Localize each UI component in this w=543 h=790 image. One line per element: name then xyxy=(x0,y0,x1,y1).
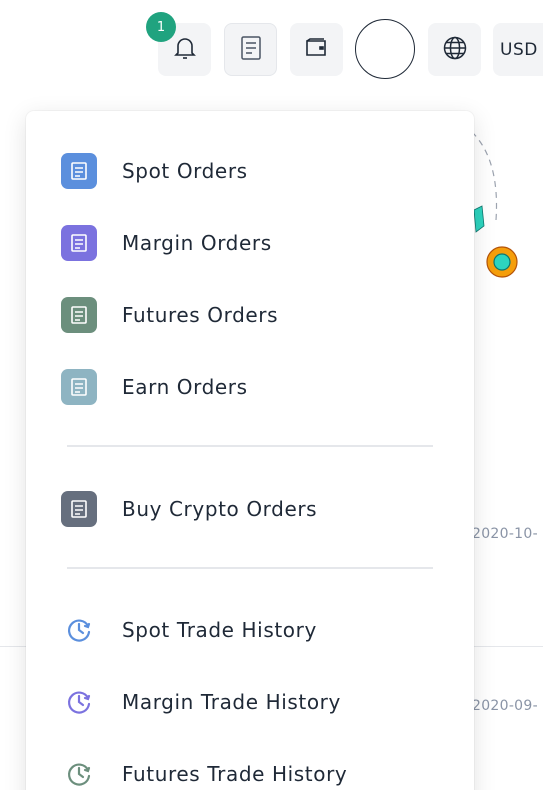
menu-item-label: Futures Trade History xyxy=(122,762,348,786)
orders-menu-button[interactable] xyxy=(224,23,277,76)
menu-item-label: Spot Trade History xyxy=(122,618,317,642)
order-document-icon xyxy=(61,297,97,333)
history-icon xyxy=(61,612,97,648)
menu-item-spot-trade-history[interactable]: Spot Trade History xyxy=(61,610,441,650)
currency-selector[interactable]: USD xyxy=(493,23,543,76)
order-document-icon xyxy=(61,225,97,261)
order-document-icon xyxy=(61,491,97,527)
menu-item-label: Margin Trade History xyxy=(122,690,341,714)
wallet-icon xyxy=(304,37,330,63)
bell-icon xyxy=(173,35,197,65)
menu-item-label: Futures Orders xyxy=(122,303,279,327)
order-document-icon xyxy=(61,153,97,189)
background-date-2: 2020-09- xyxy=(472,698,538,714)
menu-item-spot-orders[interactable]: Spot Orders xyxy=(61,151,441,191)
menu-item-label: Spot Orders xyxy=(122,159,248,183)
history-icon xyxy=(61,756,97,790)
currency-label: USD xyxy=(500,39,538,60)
history-icon xyxy=(61,684,97,720)
menu-item-futures-orders[interactable]: Futures Orders xyxy=(61,295,441,335)
globe-icon xyxy=(442,35,468,65)
wallet-button[interactable] xyxy=(290,23,343,76)
menu-item-margin-trade-history[interactable]: Margin Trade History xyxy=(61,682,441,722)
menu-item-earn-orders[interactable]: Earn Orders xyxy=(61,367,441,407)
decorative-illustration xyxy=(471,131,518,278)
menu-item-label: Earn Orders xyxy=(122,375,248,399)
language-button[interactable] xyxy=(428,23,481,76)
menu-item-futures-trade-history[interactable]: Futures Trade History xyxy=(61,754,441,790)
avatar[interactable] xyxy=(355,19,415,79)
orders-dropdown-menu: Spot Orders Margin Orders Futures Orders xyxy=(26,111,474,790)
menu-item-label: Buy Crypto Orders xyxy=(122,497,318,521)
page: 1 USD 2020-10- 2020-09- Spot Orders Marg… xyxy=(0,0,543,790)
notification-count-badge: 1 xyxy=(146,12,176,42)
menu-item-margin-orders[interactable]: Margin Orders xyxy=(61,223,441,263)
background-date-1: 2020-10- xyxy=(472,526,538,542)
order-document-icon xyxy=(61,369,97,405)
document-icon xyxy=(240,35,262,65)
menu-divider xyxy=(67,445,433,447)
menu-item-label: Margin Orders xyxy=(122,231,272,255)
menu-item-buy-crypto-orders[interactable]: Buy Crypto Orders xyxy=(61,489,441,529)
menu-divider xyxy=(67,567,433,569)
